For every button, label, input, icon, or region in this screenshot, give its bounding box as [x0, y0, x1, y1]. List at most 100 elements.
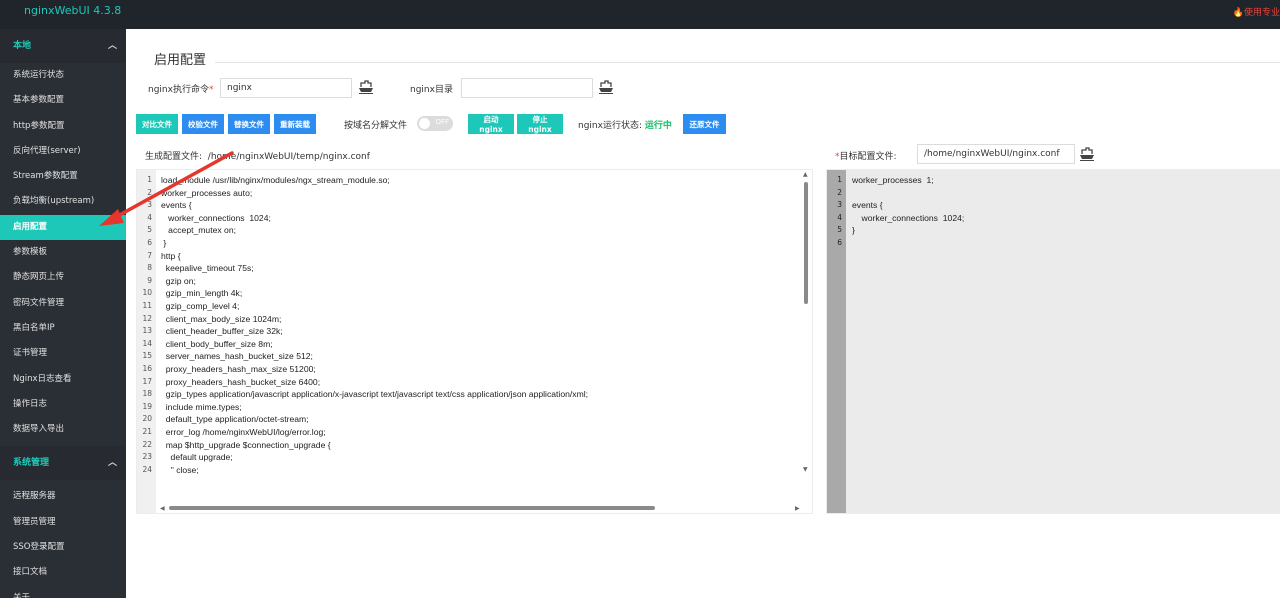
code-line: 19 include mime.types;: [137, 401, 812, 414]
sidebar-item[interactable]: 管理员管理: [0, 510, 126, 535]
sidebar-item[interactable]: 系统运行状态: [0, 63, 126, 88]
code-text: load_module /usr/lib/nginx/modules/ngx_s…: [161, 175, 390, 185]
nginx-cmd-label: nginx执行命令*: [148, 85, 214, 95]
toggle-knob: [419, 118, 430, 129]
line-number: 6: [147, 238, 152, 247]
reload-button[interactable]: 重新装载: [274, 114, 316, 134]
compare-file-button[interactable]: 对比文件: [136, 114, 178, 134]
ship-icon[interactable]: [1079, 147, 1095, 161]
scroll-thumb[interactable]: [169, 506, 655, 510]
code-line: 6 }: [137, 237, 812, 250]
generated-config-editor[interactable]: 1 load_module /usr/lib/nginx/modules/ngx_…: [136, 169, 813, 514]
start-nginx-button[interactable]: 启动nginx: [468, 114, 514, 134]
code-line: 13 client_header_buffer_size 32k;: [137, 325, 812, 338]
ship-icon[interactable]: [358, 80, 374, 94]
page-title: 启用配置: [154, 53, 207, 68]
main-content: 启用配置 nginx执行命令* nginx目录 对比文件 校验文件 替换文件 重…: [126, 29, 1280, 598]
line-number: 5: [147, 225, 152, 235]
sidebar-item[interactable]: Nginx日志查看: [0, 367, 126, 392]
split-by-domain-label: 按域名分解文件: [344, 121, 408, 131]
code-text: client_header_buffer_size 32k;: [161, 326, 283, 337]
generated-config-path: /home/nginxWebUI/temp/nginx.conf: [207, 152, 370, 162]
code-text: gzip_min_length 4k;: [161, 288, 243, 299]
code-text: map $http_upgrade $connection_upgrade {: [161, 439, 331, 450]
code-line: 21 error_log /home/nginxWebUI/log/error.…: [137, 426, 812, 439]
nginx-dir-label: nginx目录: [410, 85, 453, 95]
code-line: 16 proxy_headers_hash_max_size 51200;: [137, 363, 812, 376]
sidebar-item[interactable]: 数据导入导出: [0, 417, 126, 442]
line-number: 8: [147, 263, 152, 273]
sidebar-item[interactable]: http参数配置: [0, 114, 126, 139]
horizontal-scrollbar[interactable]: ◀ ▶: [137, 503, 812, 513]
code-text: events {: [852, 200, 883, 211]
restore-file-button[interactable]: 还原文件: [683, 114, 726, 134]
target-config-editor[interactable]: 1 worker_processes 1; 2 3 events {4 worker_c…: [826, 169, 1280, 514]
code-line: 9 gzip on;: [137, 275, 812, 288]
code-text: http {: [161, 250, 181, 261]
verify-file-button[interactable]: 校验文件: [182, 114, 224, 134]
line-number: 3: [147, 200, 152, 210]
sidebar-group-system[interactable]: 系统管理 ︿: [0, 446, 126, 481]
line-number: 18: [142, 389, 152, 399]
code-text: keepalive_timeout 75s;: [161, 263, 254, 274]
code-text: worker_connections 1024;: [852, 212, 965, 223]
code-line: 6: [827, 237, 1279, 250]
replace-file-button[interactable]: 替换文件: [228, 114, 270, 134]
sidebar-item[interactable]: 关于: [0, 586, 126, 598]
line-number: 4: [147, 212, 152, 222]
sidebar-item[interactable]: 黑白名单IP: [0, 316, 126, 341]
sidebar-item[interactable]: 证书管理: [0, 341, 126, 366]
code-text: worker_processes auto;: [161, 187, 253, 198]
code-text: worker_connections 1024;: [161, 212, 271, 223]
scroll-up-arrow-icon[interactable]: ▲: [803, 171, 808, 178]
code-line: 5 accept_mutex on;: [137, 224, 812, 237]
sidebar-item[interactable]: 远程服务器: [0, 484, 126, 509]
pro-badge[interactable]: 🔥使用专业: [1233, 5, 1280, 18]
sidebar-group-label: 本地: [13, 41, 32, 51]
line-number: 2: [147, 187, 152, 197]
sidebar-item[interactable]: 参数模板: [0, 240, 126, 265]
code-text: accept_mutex on;: [161, 225, 236, 236]
sidebar-item[interactable]: SSO登录配置: [0, 535, 126, 560]
sidebar-item[interactable]: 启用配置: [0, 214, 126, 241]
sidebar-item[interactable]: 反向代理(server): [0, 139, 126, 164]
code-line: 15 server_names_hash_bucket_size 512;: [137, 350, 812, 363]
scroll-down-arrow-icon[interactable]: ▼: [803, 466, 808, 473]
line-number: 14: [142, 338, 152, 348]
sidebar-list-local: 系统运行状态 基本参数配置 http参数配置 反向代理(server) Stream参数…: [0, 63, 126, 442]
sidebar-item[interactable]: 操作日志: [0, 392, 126, 417]
title-divider: [215, 62, 1280, 63]
scroll-right-arrow-icon[interactable]: ▶: [795, 505, 800, 512]
sidebar-item[interactable]: 基本参数配置: [0, 88, 126, 113]
code-text: default_type application/octet-stream;: [161, 414, 309, 425]
nginx-cmd-input[interactable]: [220, 78, 352, 98]
sidebar-item[interactable]: 静态网页上传: [0, 265, 126, 290]
code-line: 23 default upgrade;: [137, 451, 812, 464]
sidebar-item[interactable]: Stream参数配置: [0, 164, 126, 189]
code-line: 14 client_body_buffer_size 8m;: [137, 338, 812, 351]
split-by-domain-toggle[interactable]: OFF: [417, 116, 453, 131]
sidebar-list-system: 远程服务器 管理员管理 SSO登录配置 接口文档 关于: [0, 480, 126, 598]
code-text: include mime.types;: [161, 401, 242, 412]
code-text: error_log /home/nginxWebUI/log/error.log…: [161, 427, 326, 437]
sidebar-item[interactable]: 接口文档: [0, 560, 126, 585]
vertical-scrollbar[interactable]: ▲ ▼: [802, 170, 810, 513]
line-number: 20: [142, 414, 152, 424]
sidebar-item[interactable]: 密码文件管理: [0, 291, 126, 316]
line-number: 10: [142, 288, 152, 298]
ship-icon[interactable]: [598, 80, 614, 94]
code-text: proxy_headers_hash_bucket_size 6400;: [161, 376, 321, 387]
sidebar-group-local[interactable]: 本地 ︿: [0, 29, 126, 63]
line-number: 6: [837, 238, 842, 247]
code-text: server_names_hash_bucket_size 512;: [161, 351, 313, 362]
line-number: 13: [142, 326, 152, 336]
code-text: client_max_body_size 1024m;: [161, 313, 282, 324]
scroll-left-arrow-icon[interactable]: ◀: [160, 505, 165, 512]
stop-nginx-button[interactable]: 停止nginx: [517, 114, 563, 134]
scroll-thumb[interactable]: [804, 182, 808, 304]
line-number: 19: [142, 401, 152, 411]
sidebar-item[interactable]: 负载均衡(upstream): [0, 189, 126, 214]
nginx-dir-input[interactable]: [461, 78, 593, 98]
target-config-input[interactable]: [917, 144, 1075, 164]
code-line: 17 proxy_headers_hash_bucket_size 6400;: [137, 376, 812, 389]
